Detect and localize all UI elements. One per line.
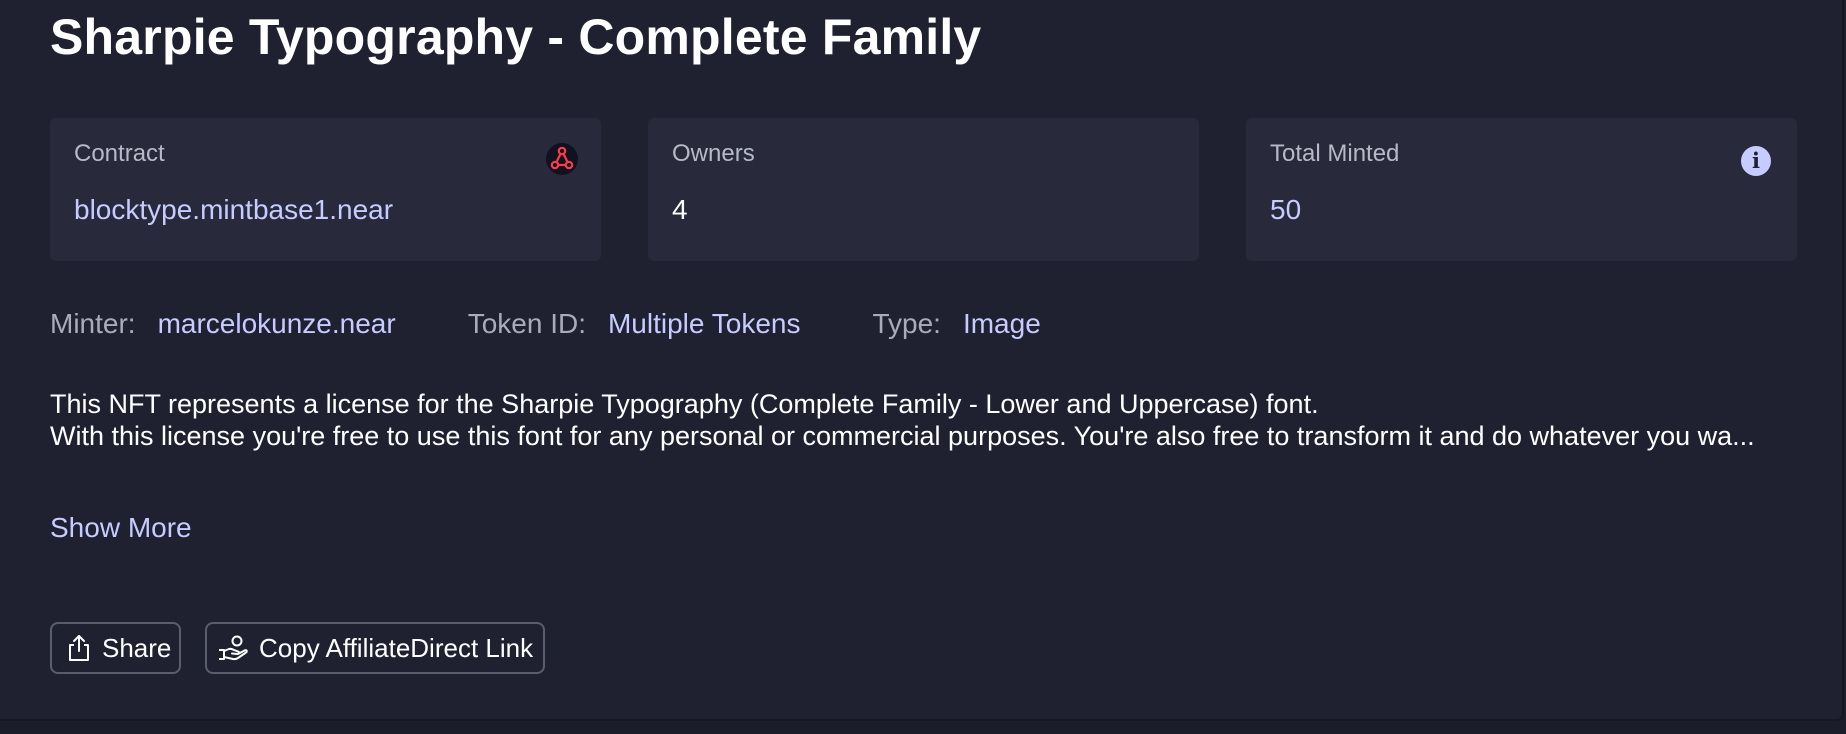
info-icon[interactable]: i xyxy=(1741,146,1771,176)
contract-label: Contract xyxy=(74,140,165,167)
description-line-2: With this license you're free to use thi… xyxy=(50,421,1755,451)
total-minted-label: Total Minted xyxy=(1270,140,1400,167)
token-id-label: Token ID: xyxy=(467,308,586,339)
total-minted-card: Total Minted 50 i xyxy=(1246,118,1797,261)
mintbase-contract-icon xyxy=(546,143,578,175)
owners-label: Owners xyxy=(672,140,755,167)
minter-label: Minter: xyxy=(50,308,136,339)
total-minted-value: 50 xyxy=(1270,194,1302,225)
nft-meta-row: Minter: marcelokunze.near Token ID: Mult… xyxy=(50,306,1041,342)
minter-link[interactable]: marcelokunze.near xyxy=(158,308,396,340)
type-label: Type: xyxy=(872,308,941,339)
type-link[interactable]: Image xyxy=(963,308,1041,340)
share-icon xyxy=(69,635,89,661)
copy-affiliate-link-button[interactable]: Copy AffiliateDirect Link xyxy=(205,622,545,674)
page-title: Sharpie Typography - Complete Family xyxy=(50,9,982,65)
copy-affiliate-link-label: Copy AffiliateDirect Link xyxy=(259,632,534,663)
share-button-label: Share xyxy=(102,632,172,663)
show-more-link[interactable]: Show More xyxy=(50,512,192,544)
contract-link[interactable]: blocktype.mintbase1.near xyxy=(74,194,393,226)
token-id-link[interactable]: Multiple Tokens xyxy=(608,308,800,340)
description-line-1: This NFT represents a license for the Sh… xyxy=(50,389,1319,419)
nft-details-panel: Sharpie Typography - Complete Family Con… xyxy=(0,0,1844,721)
owners-value: 4 xyxy=(672,194,688,225)
hand-coin-icon xyxy=(219,635,248,661)
nft-description: This NFT represents a license for the Sh… xyxy=(50,388,1790,452)
owners-card: Owners 4 xyxy=(648,118,1199,261)
share-button[interactable]: Share xyxy=(50,622,181,674)
contract-card: Contract blocktype.mintbase1.near xyxy=(50,118,601,261)
